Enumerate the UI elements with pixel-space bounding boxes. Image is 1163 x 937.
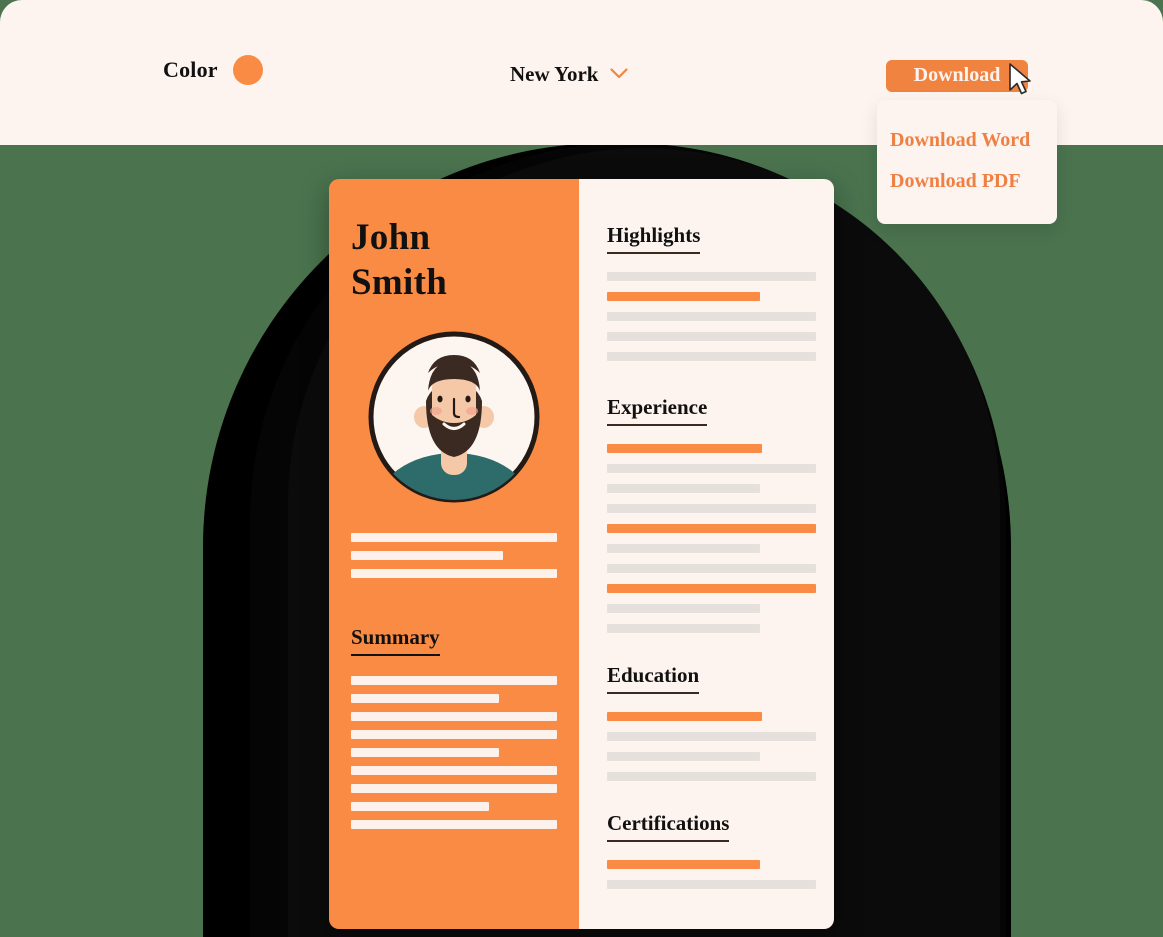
color-control[interactable]: Color xyxy=(163,55,263,85)
chevron-down-icon[interactable] xyxy=(610,66,629,84)
placeholder-bar xyxy=(351,533,557,543)
placeholder-bar xyxy=(351,766,557,776)
contact-placeholder-bars xyxy=(351,533,557,579)
placeholder-bar xyxy=(607,484,760,493)
placeholder-bar xyxy=(607,272,816,281)
placeholder-bar xyxy=(607,624,760,633)
placeholder-bar xyxy=(607,712,762,721)
placeholder-bar xyxy=(351,802,490,812)
placeholder-bar xyxy=(351,569,557,579)
download-control[interactable]: Download Download Word Download PDF xyxy=(877,60,1057,224)
summary-heading-wrap: Summary xyxy=(351,587,557,657)
placeholder-bar xyxy=(351,748,500,758)
section-placeholder-bars xyxy=(607,444,816,633)
placeholder-bar xyxy=(351,551,504,561)
color-label: Color xyxy=(163,57,218,82)
placeholder-bar xyxy=(607,880,816,889)
section-placeholder-bars xyxy=(607,272,816,361)
resume-section: Experience xyxy=(607,395,816,633)
placeholder-bar xyxy=(351,676,557,686)
placeholder-bar xyxy=(351,712,557,722)
color-swatch[interactable] xyxy=(232,55,263,85)
placeholder-bar xyxy=(607,544,760,553)
placeholder-bar xyxy=(607,464,816,473)
resume-name-first: John xyxy=(351,217,431,258)
placeholder-bar xyxy=(351,730,557,740)
resume-section: Certifications xyxy=(607,811,816,889)
placeholder-bar xyxy=(607,312,816,321)
summary-heading: Summary xyxy=(351,625,440,657)
placeholder-bar xyxy=(607,504,816,513)
section-heading: Education xyxy=(607,663,700,694)
download-pdf-item[interactable]: Download PDF xyxy=(877,161,1057,202)
download-dropdown-menu[interactable]: Download Word Download PDF xyxy=(877,100,1057,224)
placeholder-bar xyxy=(607,292,760,301)
placeholder-bar xyxy=(607,444,762,453)
placeholder-bar xyxy=(607,352,816,361)
placeholder-bar xyxy=(607,752,760,761)
section-placeholder-bars xyxy=(607,712,816,781)
summary-placeholder-bars xyxy=(351,676,557,830)
resume-name: John Smith xyxy=(351,215,557,305)
resume-sections: Highlights Experience Education Certificati… xyxy=(607,223,816,889)
template-selector[interactable]: New York xyxy=(510,62,629,87)
section-heading: Experience xyxy=(607,395,708,426)
editor-toolbar: Color New York Download Download Word Do… xyxy=(0,0,1163,224)
section-heading: Highlights xyxy=(607,223,701,254)
user-avatar-illustration xyxy=(368,331,540,503)
resume-name-last: Smith xyxy=(351,262,448,304)
placeholder-bar xyxy=(607,584,816,593)
template-name-label: New York xyxy=(510,62,599,86)
placeholder-bar xyxy=(351,694,500,704)
placeholder-bar xyxy=(607,772,816,781)
placeholder-bar xyxy=(607,860,760,869)
placeholder-bar xyxy=(607,564,816,573)
resume-section: Highlights xyxy=(607,223,816,361)
resume-preview-card[interactable]: John Smith Summary Highlights Experience… xyxy=(329,179,834,929)
placeholder-bar xyxy=(607,604,760,613)
resume-left-column: John Smith Summary xyxy=(329,179,579,929)
placeholder-bar xyxy=(351,784,557,794)
resume-right-column: Highlights Experience Education Certificati… xyxy=(579,179,834,929)
placeholder-bar xyxy=(607,524,816,533)
avatar xyxy=(366,329,542,505)
download-button[interactable]: Download xyxy=(886,60,1028,92)
resume-section: Education xyxy=(607,663,816,781)
placeholder-bar xyxy=(607,332,816,341)
download-word-item[interactable]: Download Word xyxy=(877,120,1057,161)
placeholder-bar xyxy=(351,820,557,830)
section-placeholder-bars xyxy=(607,860,816,889)
placeholder-bar xyxy=(607,732,816,741)
section-heading: Certifications xyxy=(607,811,730,842)
